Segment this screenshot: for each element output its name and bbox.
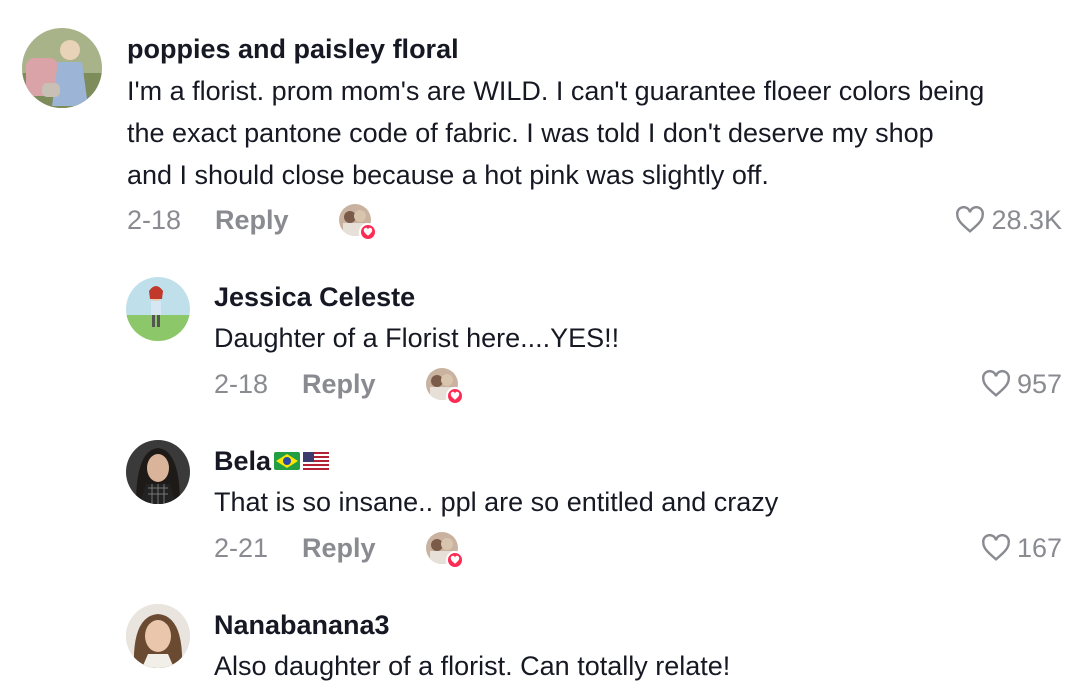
like-count: 957 <box>1016 368 1062 399</box>
like-button[interactable]: 957 <box>979 364 1062 404</box>
reply-button[interactable]: Reply <box>215 205 339 236</box>
brazil-flag-icon <box>274 444 301 478</box>
comment-text-line: the exact pantone code of fabric. I was … <box>127 118 934 148</box>
heart-outline-icon <box>981 533 1010 561</box>
comment-meta: 2-21 Reply <box>214 528 464 569</box>
comment-meta: 2-18 Reply <box>214 364 464 405</box>
avatar-image <box>126 440 190 504</box>
comment-date: 2-18 <box>214 368 269 399</box>
heart-outline-icon <box>956 205 985 233</box>
comment-text-line: I'm a florist. prom mom's are WILD. I ca… <box>127 76 985 106</box>
heart-icon <box>359 223 377 241</box>
comment-date: 2-21 <box>214 532 269 563</box>
creator-liked-badge <box>426 532 464 569</box>
like-count: 28.3K <box>991 204 1062 235</box>
comment-date: 2-18 <box>127 204 182 235</box>
comment-text-line: Daughter of a Florist here....YES!! <box>214 323 620 353</box>
avatar-image <box>126 604 190 668</box>
comment-username[interactable]: Bela <box>214 444 330 480</box>
heart-icon <box>446 551 464 569</box>
like-button[interactable]: 28.3K <box>953 200 1062 240</box>
comment-username[interactable]: Nanabanana3 <box>214 608 390 642</box>
like-count: 167 <box>1016 532 1062 563</box>
heart-outline-icon <box>981 369 1010 397</box>
avatar[interactable] <box>126 604 190 668</box>
comment-text-line: and I should close because a hot pink wa… <box>127 160 769 190</box>
comment-username[interactable]: poppies and paisley floral <box>127 32 459 66</box>
comment-text-line: That is so insane.. ppl are so entitled … <box>214 487 779 517</box>
comment-text: Also daughter of a florist. Can totally … <box>214 645 1054 687</box>
comment-username[interactable]: Jessica Celeste <box>214 280 415 314</box>
avatar-image <box>22 28 102 108</box>
us-flag-icon <box>303 444 330 478</box>
avatar[interactable] <box>126 440 190 504</box>
avatar[interactable] <box>22 28 102 108</box>
comment-text-line: Also daughter of a florist. Can totally … <box>214 651 731 681</box>
avatar[interactable] <box>126 277 190 341</box>
comment-text: I'm a florist. prom mom's are WILD. I ca… <box>127 70 1067 196</box>
avatar-image <box>126 277 190 341</box>
comment-meta: 2-18 Reply <box>127 200 377 241</box>
comment-username-text: Bela <box>214 446 272 476</box>
like-button[interactable]: 167 <box>979 528 1062 568</box>
reply-button[interactable]: Reply <box>302 369 426 400</box>
comment-text: Daughter of a Florist here....YES!! <box>214 317 1054 359</box>
comment-text: That is so insane.. ppl are so entitled … <box>214 481 1054 523</box>
creator-liked-badge <box>426 368 464 405</box>
heart-icon <box>446 387 464 405</box>
reply-button[interactable]: Reply <box>302 533 426 564</box>
creator-liked-badge <box>339 204 377 241</box>
